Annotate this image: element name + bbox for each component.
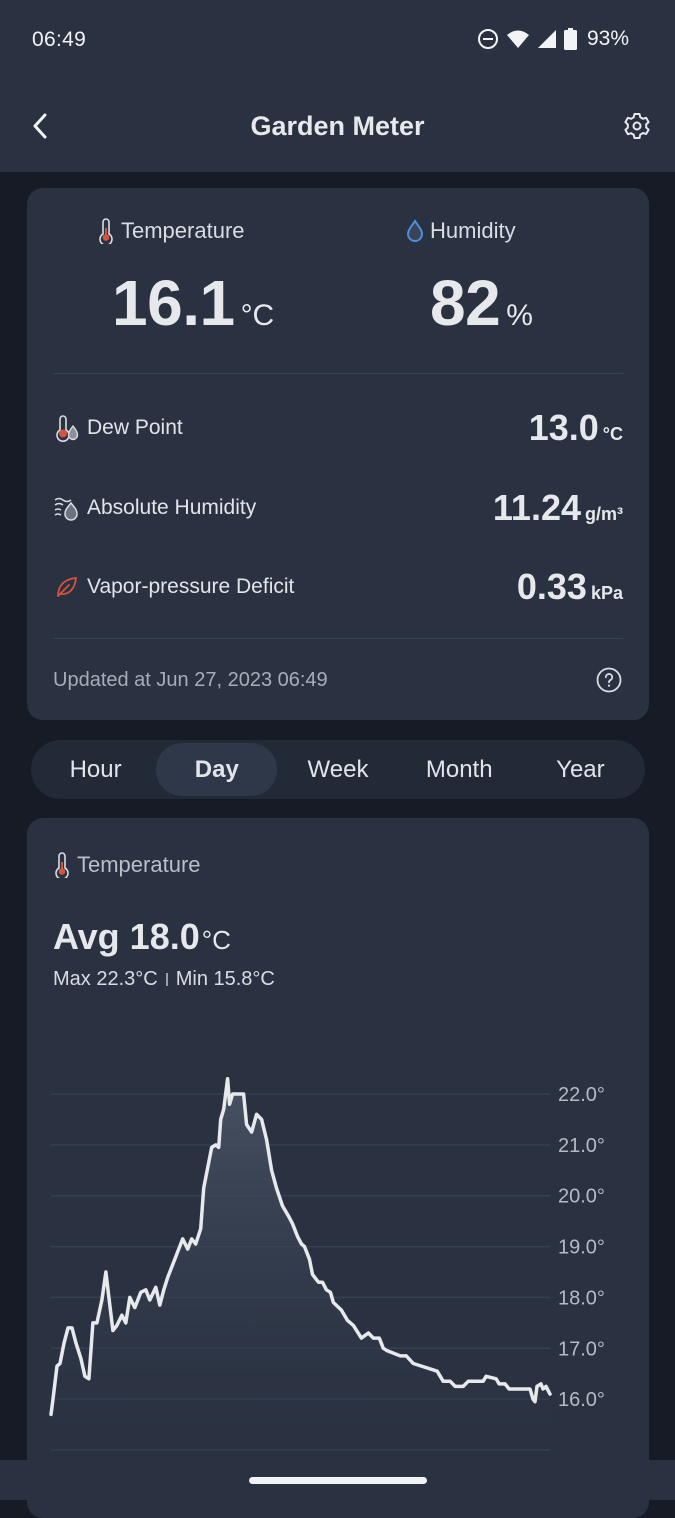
gear-icon <box>624 113 650 139</box>
status-bar: 06:49 93% <box>0 0 675 82</box>
tab-week[interactable]: Week <box>277 743 398 796</box>
temperature-unit: °C <box>240 299 275 332</box>
y-tick-label: 19.0° <box>558 1237 605 1259</box>
dew-point-label: Dew Point <box>87 416 183 439</box>
range-tabs: Hour Day Week Month Year <box>31 740 645 799</box>
y-tick-label: 22.0° <box>558 1084 605 1106</box>
dew-point-value: 13.0 <box>528 407 599 448</box>
tab-day[interactable]: Day <box>156 743 278 796</box>
absolute-humidity-row: Absolute Humidity 11.24 g/m³ <box>53 487 623 528</box>
help-circle-icon <box>596 667 622 693</box>
temperature-value: 16.1 <box>112 267 235 339</box>
vpd-row: Vapor-pressure Deficit 0.33 kPa <box>53 566 623 607</box>
absolute-humidity-icon <box>54 497 78 521</box>
current-readings-card: Temperature 16.1 °C Humidity 82 % Dew Po… <box>27 188 649 720</box>
water-drop-icon <box>406 219 424 242</box>
y-tick-label: 17.0° <box>558 1338 605 1360</box>
temperature-metric: Temperature 16.1 °C <box>27 218 338 339</box>
dew-point-row: Dew Point 13.0 °C <box>53 407 623 448</box>
tab-month[interactable]: Month <box>399 743 520 796</box>
vpd-value: 0.33 <box>516 566 587 607</box>
home-handle[interactable] <box>249 1477 427 1484</box>
cell-signal-icon <box>537 30 556 48</box>
absolute-humidity-value: 11.24 <box>492 487 581 528</box>
humidity-value: 82 <box>430 267 501 339</box>
temperature-chart[interactable]: 22.0° 21.0° 20.0° 19.0° 18.0° 17.0° 16.0° <box>27 818 649 1518</box>
humidity-metric: Humidity 82 % <box>338 218 649 339</box>
divider <box>53 638 623 639</box>
help-button[interactable] <box>595 666 623 694</box>
updated-row: Updated at Jun 27, 2023 06:49 <box>53 666 623 694</box>
temperature-chart-card: Temperature Avg 18.0 °C Max 22.3°C Min 1… <box>27 818 649 1518</box>
y-tick-label: 18.0° <box>558 1287 605 1309</box>
tab-hour[interactable]: Hour <box>35 743 156 796</box>
y-tick-label: 20.0° <box>558 1186 605 1208</box>
thermometer-icon <box>99 218 113 244</box>
battery-percent: 93% <box>586 27 629 50</box>
divider <box>53 373 623 374</box>
vpd-label: Vapor-pressure Deficit <box>87 575 295 598</box>
battery-icon <box>563 28 577 50</box>
absolute-humidity-unit: g/m³ <box>585 504 623 524</box>
app-bar: Garden Meter <box>0 82 675 172</box>
wifi-icon <box>506 30 529 48</box>
status-time: 06:49 <box>32 28 87 51</box>
gesture-nav-bar <box>0 1460 675 1500</box>
status-icons: 93% <box>477 27 629 51</box>
y-tick-label: 16.0° <box>558 1389 605 1411</box>
dew-point-icon <box>56 415 79 442</box>
tab-year[interactable]: Year <box>520 743 641 796</box>
vpd-unit: kPa <box>590 583 623 603</box>
updated-timestamp: Updated at Jun 27, 2023 06:49 <box>53 668 328 691</box>
chart-area <box>51 1078 550 1450</box>
page-title: Garden Meter <box>250 111 425 141</box>
settings-button[interactable] <box>619 108 655 144</box>
do-not-disturb-icon <box>477 29 498 49</box>
humidity-unit: % <box>506 299 533 332</box>
absolute-humidity-label: Absolute Humidity <box>87 496 257 519</box>
leaf-icon <box>57 577 77 597</box>
dew-point-unit: °C <box>602 424 623 444</box>
temperature-label: Temperature <box>121 218 245 243</box>
humidity-label: Humidity <box>430 218 516 243</box>
y-tick-label: 21.0° <box>558 1135 605 1157</box>
